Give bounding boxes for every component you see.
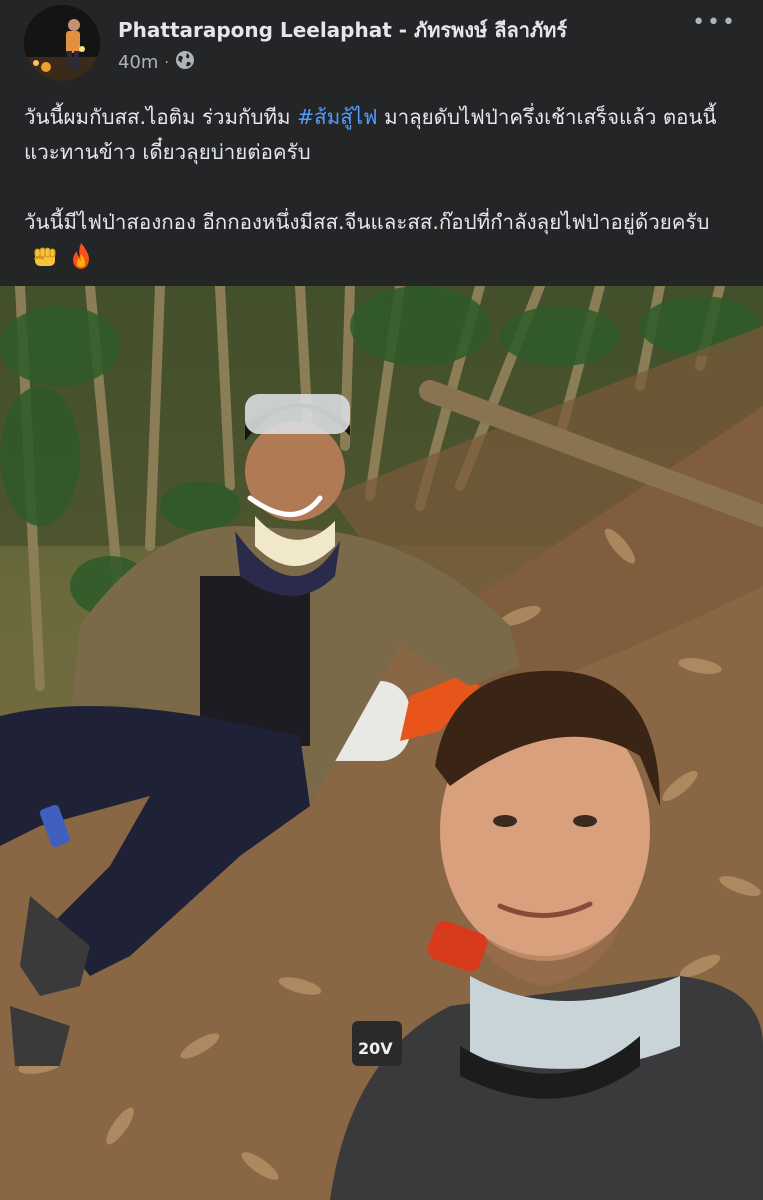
post-header: Phattarapong Leelaphat - ภัทรพงษ์ ลีลาภั… (0, 0, 763, 86)
timestamp[interactable]: 40m (118, 52, 158, 73)
post-photo[interactable]: 20V (0, 286, 763, 1200)
post-body: วันนี้ผมกับสส.ไอติม ร่วมกับทีม #ส้มสู้ไฟ… (24, 100, 744, 282)
globe-icon (175, 50, 195, 75)
post-paragraph-2: วันนี้มีไฟป่าสองกอง อีกกองหนึ่งมีสส.จีนแ… (24, 205, 744, 282)
hashtag-link[interactable]: #ส้มสู้ไฟ (297, 105, 378, 129)
post-paragraph-1: วันนี้ผมกับสส.ไอติม ร่วมกับทีม #ส้มสู้ไฟ… (24, 100, 744, 170)
fire-emoji-icon (66, 241, 96, 282)
paragraph-2-text: วันนี้มีไฟป่าสองกอง อีกกองหนึ่งมีสส.จีนแ… (24, 210, 710, 234)
paragraph-1-text: วันนี้ผมกับสส.ไอติม ร่วมกับทีม (24, 105, 297, 129)
more-options-icon[interactable]: ••• (692, 10, 737, 35)
post-meta: 40m · (118, 50, 195, 75)
avatar[interactable] (24, 5, 100, 81)
fist-emoji-icon (30, 241, 60, 282)
tool-label: 20V (358, 1039, 393, 1058)
separator-dot: · (164, 54, 169, 71)
author-name[interactable]: Phattarapong Leelaphat - ภัทรพงษ์ ลีลาภั… (118, 14, 567, 46)
